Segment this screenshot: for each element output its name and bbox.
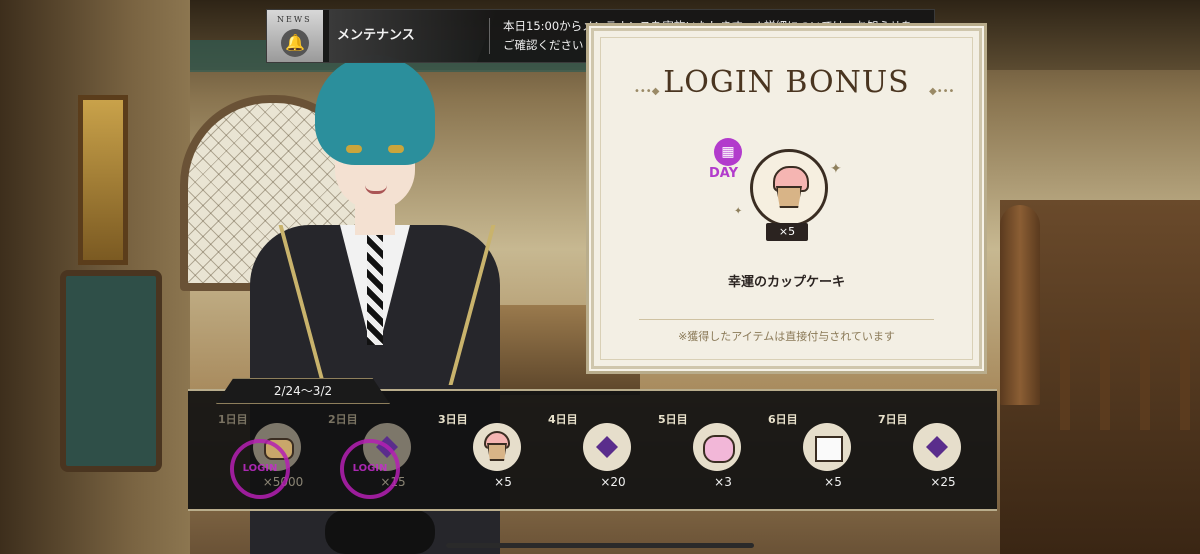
- calendar-icon: ▦: [714, 138, 742, 166]
- news-title: メンテナンス: [329, 10, 497, 62]
- divider: [639, 319, 934, 320]
- login-bonus-title: LOGIN BONUS: [663, 65, 910, 100]
- baluster: [1140, 330, 1150, 430]
- day-count: ×5: [824, 475, 842, 489]
- newel-post: [1000, 205, 1040, 405]
- prize-name: 幸運のカップケーキ: [727, 275, 845, 290]
- baluster: [1100, 330, 1110, 430]
- day-label: 7日目: [878, 413, 908, 426]
- calendar-day[interactable]: 4日目 ×20: [548, 411, 648, 501]
- baluster: [1060, 330, 1070, 430]
- sparkle-icon: ✦: [734, 206, 743, 217]
- day-label: 1日目: [218, 413, 248, 426]
- wall-painting: [78, 95, 128, 265]
- panel-note: ※獲得したアイテムは直接付与されています: [678, 330, 895, 343]
- day-label: 2日目: [328, 413, 358, 426]
- prize-count: ×5: [766, 223, 808, 241]
- character-hair: [315, 55, 435, 165]
- news-badge: NEWS 🔔: [267, 10, 323, 62]
- login-bonus-panel: •••◆ LOGIN BONUS ◆••• ▦ DAY ✦ ✦ ×5 幸運のカッ…: [591, 28, 982, 369]
- gem-icon: [913, 423, 961, 471]
- ornament-icon: ◆•••: [929, 86, 955, 97]
- home-indicator[interactable]: [446, 543, 754, 548]
- day-label: 6日目: [768, 413, 798, 426]
- sugar-cube-icon: [803, 423, 851, 471]
- character-eye: [346, 145, 362, 153]
- day-badge-label: DAY: [709, 166, 739, 181]
- character-gloves: [325, 510, 435, 554]
- gem-icon: [583, 423, 631, 471]
- date-range-tab: 2/24〜3/2: [216, 378, 390, 404]
- cupcake-icon: [771, 166, 809, 208]
- day-count: ×25: [930, 475, 956, 489]
- news-divider: [489, 18, 490, 54]
- baluster: [1180, 330, 1190, 430]
- prize-icon-frame: [750, 149, 828, 227]
- login-calendar-bar: 1日目 ×5000 LOGIN 2日目 ×15 LOGIN 3日目 ×5 4日目…: [188, 389, 997, 511]
- news-badge-label: NEWS: [277, 15, 312, 24]
- calendar-day[interactable]: 3日目 ×5: [438, 411, 538, 501]
- day-label: 4日目: [548, 413, 578, 426]
- day-count: ×3: [714, 475, 732, 489]
- day-count: ×5: [494, 475, 512, 489]
- calendar-day[interactable]: 5日目 ×3: [658, 411, 758, 501]
- claimed-stamp: LOGIN: [230, 439, 290, 499]
- calendar-day[interactable]: 6日目 ×5: [768, 411, 868, 501]
- day-label: 5日目: [658, 413, 688, 426]
- calendar-day[interactable]: 7日目 ×25: [878, 411, 978, 501]
- day-label: 3日目: [438, 413, 468, 426]
- bell-icon: 🔔: [281, 29, 309, 57]
- cupcake-icon: [473, 423, 521, 471]
- candy-icon: [693, 423, 741, 471]
- calendar-day[interactable]: 2日目 ×15 LOGIN: [328, 411, 428, 501]
- claimed-stamp: LOGIN: [340, 439, 400, 499]
- date-range: 2/24〜3/2: [273, 384, 333, 398]
- character-eye: [388, 145, 404, 153]
- calendar-day[interactable]: 1日目 ×5000 LOGIN: [218, 411, 318, 501]
- day-count: ×20: [600, 475, 626, 489]
- chair: [60, 270, 162, 472]
- sparkle-icon: ✦: [830, 161, 842, 177]
